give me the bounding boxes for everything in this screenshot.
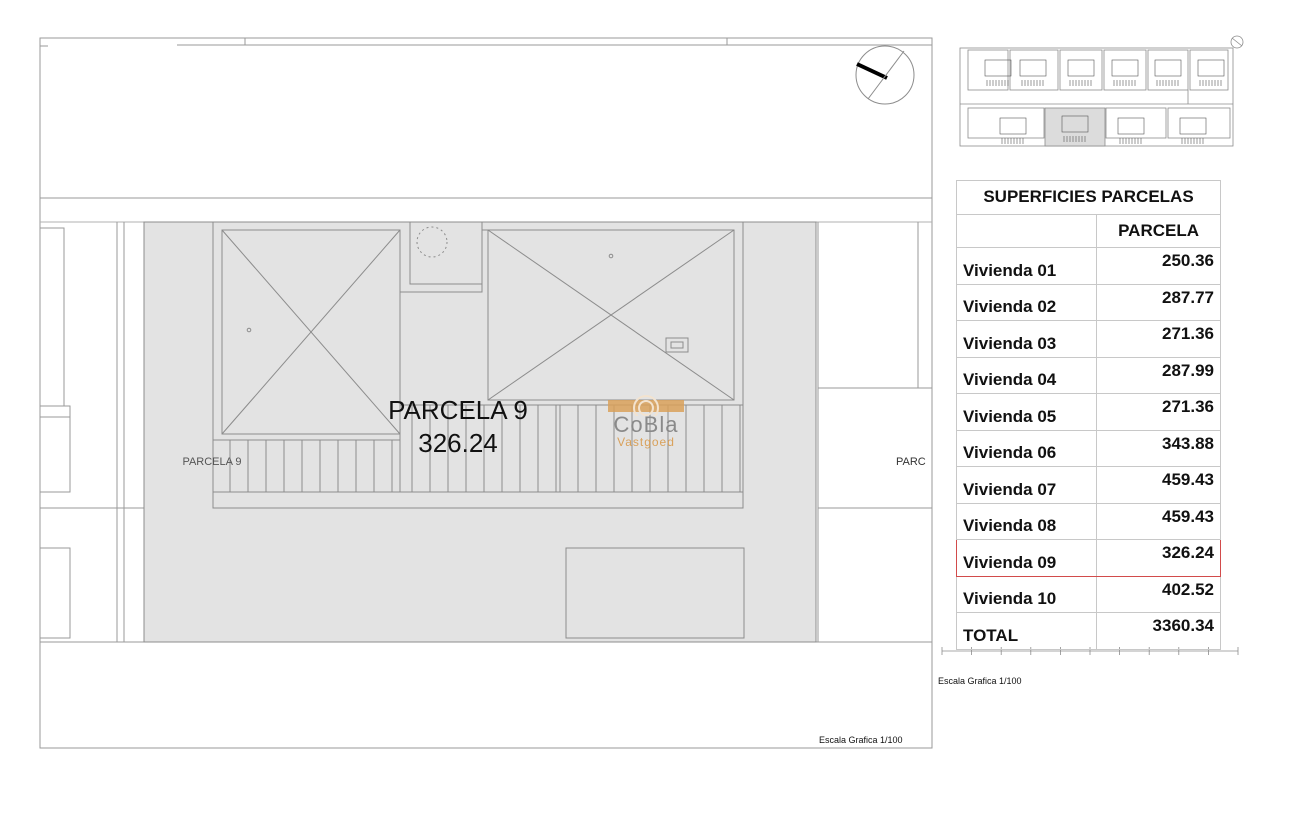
table-row: Vivienda 01 250.36 bbox=[955, 247, 1221, 285]
scale-caption-left: Escala Grafica 1/100 bbox=[819, 735, 903, 745]
north-arrow-icon bbox=[855, 45, 915, 105]
key-plan-house bbox=[999, 117, 1027, 135]
row-name: Vivienda 10 bbox=[955, 575, 1098, 613]
row-name: Vivienda 02 bbox=[955, 283, 1098, 321]
table-row: Vivienda 10 402.52 bbox=[955, 575, 1221, 613]
table-row: Vivienda 06 343.88 bbox=[955, 429, 1221, 467]
key-plan-house bbox=[984, 59, 1012, 77]
logo-brand-text: CoBla bbox=[613, 412, 679, 437]
key-plan-house bbox=[1179, 117, 1207, 135]
table-row-highlighted: Vivienda 09 326.24 bbox=[955, 539, 1221, 577]
table-row: Vivienda 07 459.43 bbox=[955, 466, 1221, 504]
row-value: 402.52 bbox=[1096, 575, 1221, 613]
neighbor-plot-right bbox=[817, 222, 932, 642]
table-row: Vivienda 03 271.36 bbox=[955, 320, 1221, 358]
plot-label-small: PARCELA 9 bbox=[182, 456, 241, 468]
table-row: Vivienda 08 459.43 bbox=[955, 502, 1221, 540]
plot-area-table: SUPERFICIES PARCELAS PARCELA Vivienda 01… bbox=[955, 180, 1221, 650]
row-value: 287.99 bbox=[1096, 356, 1221, 394]
total-label: TOTAL bbox=[955, 612, 1098, 650]
column-header-parcela: PARCELA bbox=[1096, 213, 1221, 248]
row-name: Vivienda 09 bbox=[955, 539, 1098, 577]
table-row: Vivienda 05 271.36 bbox=[955, 393, 1221, 431]
key-plan-thumbnail bbox=[959, 35, 1244, 147]
row-name: Vivienda 04 bbox=[955, 356, 1098, 394]
row-value: 326.24 bbox=[1096, 539, 1221, 577]
neighbor-label: PARC bbox=[896, 456, 926, 468]
plot-label-big: PARCELA 9 bbox=[388, 395, 528, 425]
row-value: 459.43 bbox=[1096, 466, 1221, 504]
row-value: 343.88 bbox=[1096, 429, 1221, 467]
table-title: SUPERFICIES PARCELAS bbox=[956, 180, 1221, 215]
row-value: 271.36 bbox=[1096, 393, 1221, 431]
key-plan-house bbox=[1154, 59, 1182, 77]
row-value: 459.43 bbox=[1096, 502, 1221, 540]
row-value: 271.36 bbox=[1096, 320, 1221, 358]
row-name: Vivienda 06 bbox=[955, 429, 1098, 467]
table-row: Vivienda 02 287.77 bbox=[955, 283, 1221, 321]
plot-area-big: 326.24 bbox=[418, 428, 498, 458]
key-plan-house bbox=[1019, 59, 1047, 77]
table-header-blank bbox=[955, 213, 1098, 248]
logo-sub-text: Vastgoed bbox=[617, 435, 675, 449]
row-name: Vivienda 05 bbox=[955, 393, 1098, 431]
scale-caption-right: Escala Grafica 1/100 bbox=[938, 676, 1022, 686]
row-name: Vivienda 07 bbox=[955, 466, 1098, 504]
table-row: Vivienda 04 287.99 bbox=[955, 356, 1221, 394]
key-plan-house bbox=[1197, 59, 1225, 77]
neighbor-plot-left bbox=[39, 222, 144, 642]
row-value: 287.77 bbox=[1096, 283, 1221, 321]
key-plan-house bbox=[1111, 59, 1139, 77]
logo-mark-icon bbox=[608, 395, 684, 416]
row-name: Vivienda 01 bbox=[955, 247, 1098, 285]
row-value: 250.36 bbox=[1096, 247, 1221, 285]
total-value: 3360.34 bbox=[1096, 612, 1221, 650]
row-name: Vivienda 03 bbox=[955, 320, 1098, 358]
key-plan-house bbox=[1067, 59, 1095, 77]
row-name: Vivienda 08 bbox=[955, 502, 1098, 540]
table-total-row: TOTAL 3360.34 bbox=[955, 612, 1221, 650]
cobla-logo: CoBla Vastgoed bbox=[606, 392, 686, 452]
key-plan-house bbox=[1117, 117, 1145, 135]
